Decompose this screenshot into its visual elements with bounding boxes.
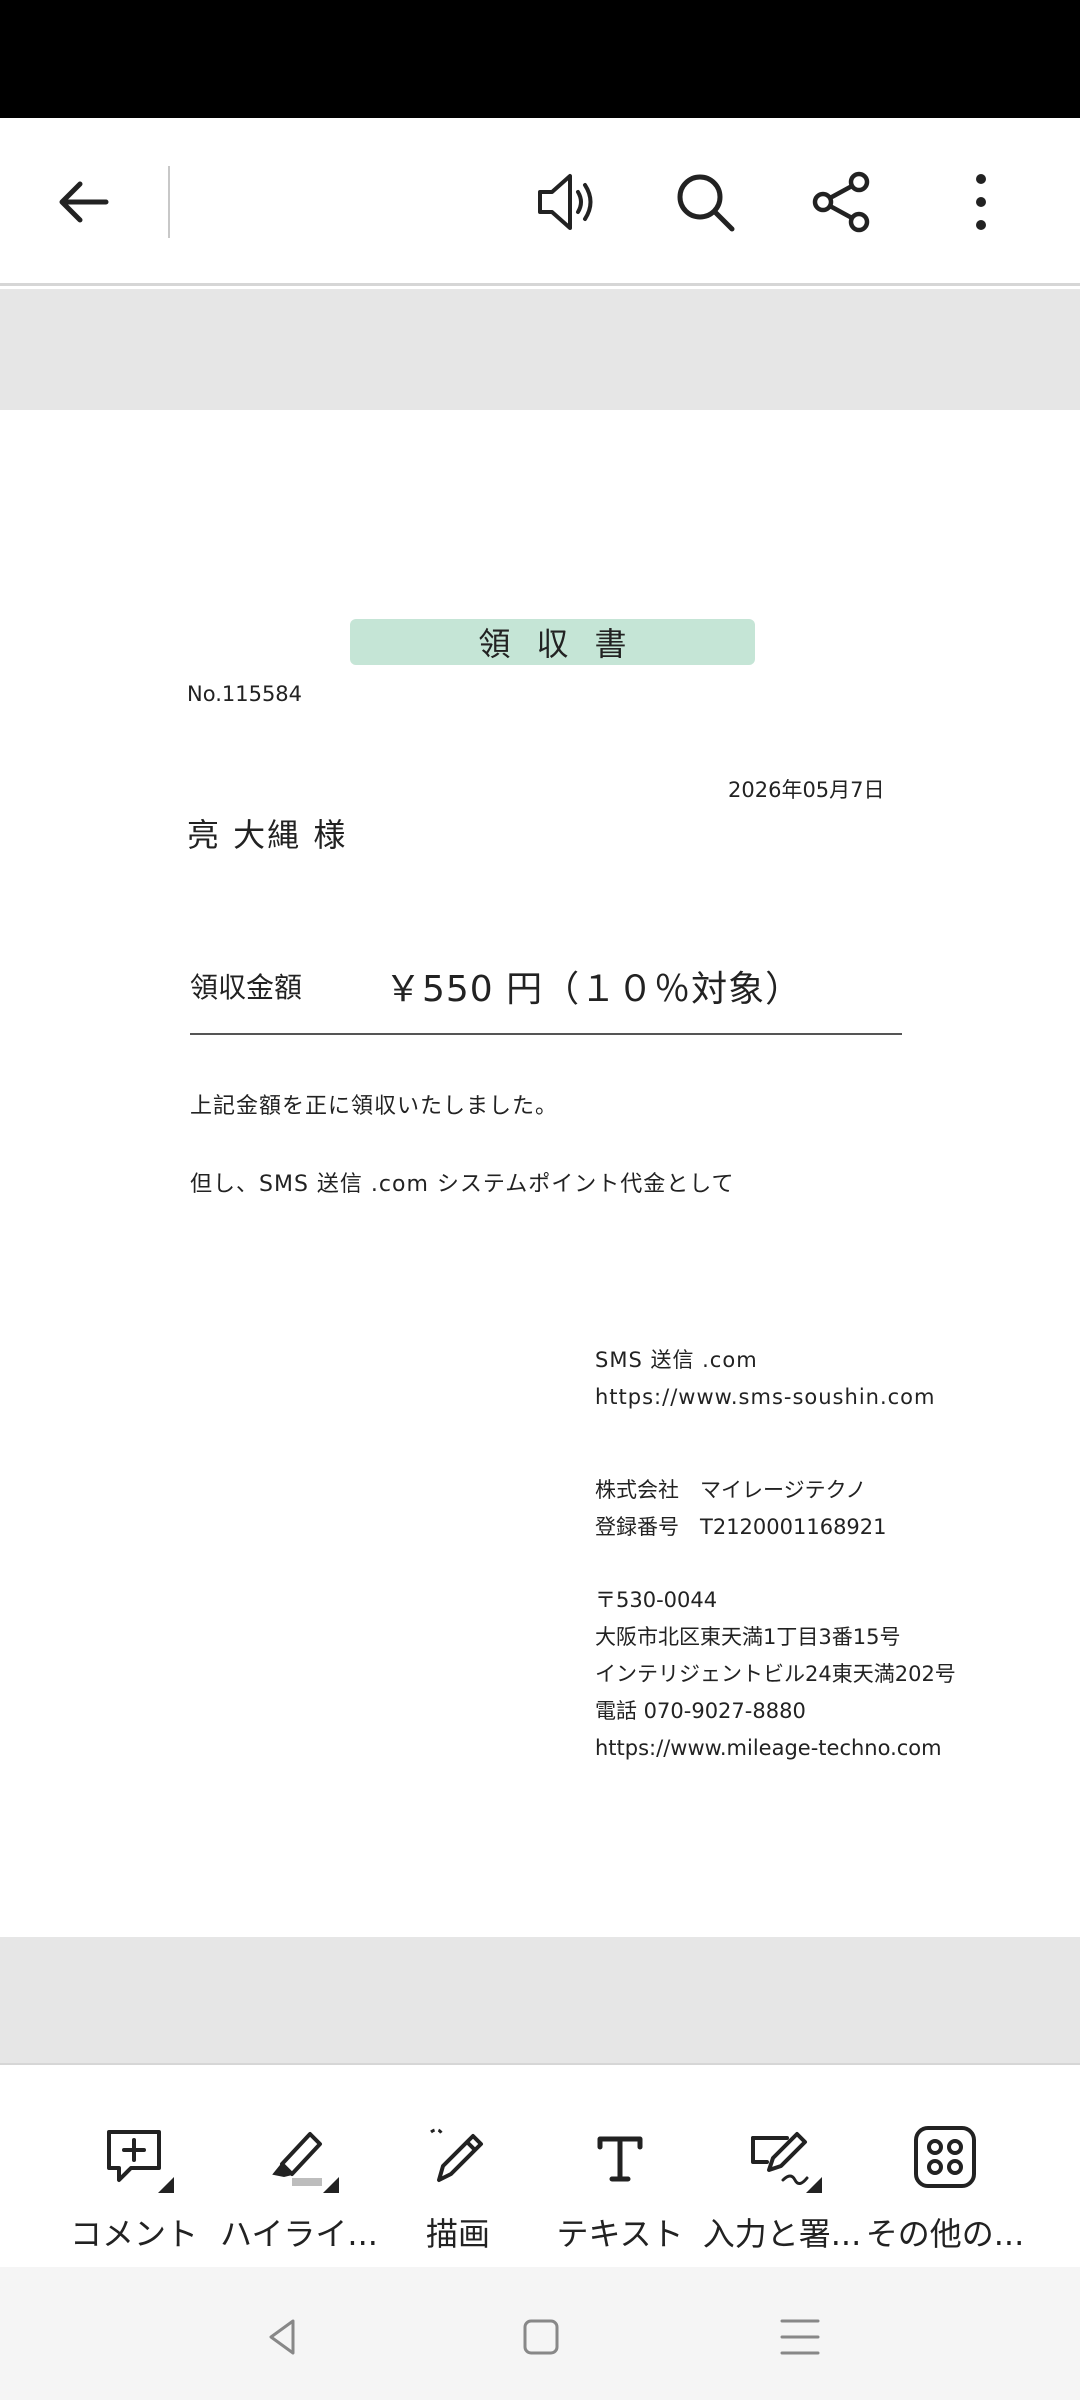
search-button[interactable]: [655, 152, 755, 252]
document-page: 領収書 No.115584 2026年05月7日 亮 大縄 様 領収金額 ￥55…: [0, 410, 1080, 1937]
more-tools-label: その他の...: [865, 2215, 1025, 2253]
highlight-tool-label: ハイライ...: [220, 2215, 378, 2253]
read-aloud-button[interactable]: [516, 152, 616, 252]
toolbar-divider: [168, 166, 170, 238]
page-gap-bottom: [0, 1937, 1080, 2065]
fill-sign-tool-label: 入力と署...: [702, 2215, 862, 2253]
amount-label: 領収金額: [190, 971, 303, 1004]
comment-options-caret: [158, 2177, 174, 2193]
purpose-note: 但し、SMS 送信 .com システムポイント代金として: [190, 1172, 735, 1197]
nav-home-icon: [523, 2319, 559, 2355]
text-icon: [597, 2136, 643, 2182]
issuer-company-url: https://www.mileage-techno.com: [595, 1736, 942, 1760]
speaker-icon: [538, 174, 593, 230]
nav-home-button[interactable]: [501, 2297, 581, 2377]
search-icon: [677, 174, 735, 232]
highlight-tool[interactable]: ハイライ...: [214, 2117, 384, 2267]
page-gap-top: [0, 289, 1080, 410]
issuer-service-url: https://www.sms-soushin.com: [595, 1385, 936, 1409]
receipt-number: No.115584: [187, 682, 303, 706]
received-note: 上記金額を正に領収いたしました。: [190, 1094, 559, 1119]
comment-tool-label: コメント: [69, 2215, 198, 2253]
top-toolbar: [0, 118, 1080, 286]
recipient-name: 亮 大縄 様: [187, 816, 348, 854]
draw-tool-label: 描画: [425, 2215, 490, 2253]
fill-sign-tool[interactable]: 入力と署...: [697, 2117, 867, 2267]
comment-tool[interactable]: コメント: [49, 2117, 219, 2267]
issuer-postal: 〒530-0044: [595, 1588, 718, 1612]
more-options-button[interactable]: [931, 152, 1031, 252]
issuer-phone: 電話 070-9027-8880: [595, 1699, 806, 1723]
highlight-options-caret: [323, 2177, 339, 2193]
issuer-address-block: 〒530-0044 大阪市北区東天満1丁目3番15号 インテリジェントビル24東…: [595, 1582, 956, 1767]
amount-underline: [190, 1033, 902, 1035]
receipt-date: 2026年05月7日: [728, 778, 885, 802]
share-icon: [812, 171, 870, 233]
more-tools[interactable]: その他の...: [860, 2117, 1030, 2267]
nav-recents-icon: [780, 2319, 820, 2355]
status-bar: [0, 0, 1080, 118]
issuer-company-block: 株式会社 マイレージテクノ 登録番号 T2120001168921: [595, 1472, 887, 1546]
issuer-company: 株式会社 マイレージテクノ: [595, 1478, 867, 1502]
text-tool-label: テキスト: [556, 2215, 684, 2253]
nav-back-button[interactable]: [243, 2297, 323, 2377]
issuer-address1: 大阪市北区東天満1丁目3番15号: [595, 1625, 901, 1649]
text-tool[interactable]: テキスト: [535, 2117, 705, 2267]
arrow-left-icon: [59, 181, 109, 223]
more-vertical-icon: [976, 174, 986, 230]
issuer-service-name: SMS 送信 .com: [595, 1348, 758, 1372]
share-button[interactable]: [792, 152, 892, 252]
system-nav-bar: [0, 2267, 1080, 2400]
nav-back-icon: [269, 2319, 295, 2355]
annotation-toolbar: コメント ハイライ... 描画 テキスト 入力と署... その他の...: [0, 2067, 1080, 2267]
pen-draw-icon: [430, 2128, 483, 2182]
nav-recents-button[interactable]: [760, 2297, 840, 2377]
fill-sign-options-caret: [806, 2177, 822, 2193]
amount-value: ￥550 円（１０％対象）: [385, 969, 803, 1010]
issuer-registration: 登録番号 T2120001168921: [595, 1515, 887, 1539]
grid-more-icon: [914, 2126, 976, 2188]
back-button[interactable]: [34, 152, 134, 252]
receipt-title: 領収書: [350, 619, 755, 665]
issuer-service-block: SMS 送信 .com https://www.sms-soushin.com: [595, 1342, 935, 1416]
issuer-address2: インテリジェントビル24東天満202号: [595, 1662, 956, 1686]
draw-tool[interactable]: 描画: [373, 2117, 543, 2267]
